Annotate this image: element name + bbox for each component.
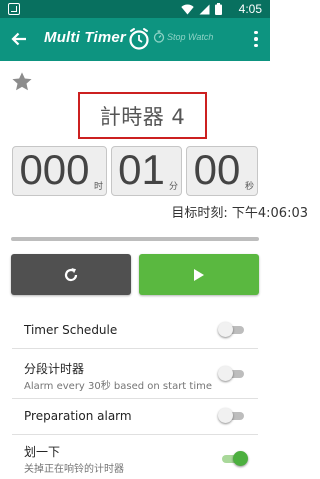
arrow-left-icon — [11, 32, 26, 46]
refresh-icon — [64, 267, 78, 281]
signal-icon — [199, 4, 210, 14]
swipe-dismiss-label: 划一下 — [24, 445, 61, 459]
stopwatch-icon — [153, 30, 165, 43]
target-time: 目标时刻: 下午4:06:03 — [171, 206, 308, 221]
back-button[interactable] — [6, 26, 32, 52]
play-icon — [194, 268, 204, 281]
stopwatch-tab[interactable]: Stop Watch — [153, 30, 213, 43]
minutes-box[interactable]: 01 分 — [111, 146, 182, 196]
timer-schedule-row[interactable]: Timer Schedule — [0, 312, 270, 348]
battery-icon — [215, 3, 222, 15]
seconds-unit: 秒 — [244, 182, 254, 192]
preparation-alarm-label: Preparation alarm — [24, 409, 132, 423]
hours-unit: 时 — [93, 182, 103, 192]
swipe-dismiss-row[interactable]: 划一下 关掉正在响铃的计时器 — [0, 435, 270, 479]
swipe-dismiss-toggle[interactable] — [222, 451, 248, 466]
timer-display: 000 时 01 分 00 秒 — [12, 146, 258, 196]
dot-icon — [254, 37, 258, 41]
star-icon[interactable] — [11, 71, 33, 93]
status-bar: 4:05 — [0, 0, 270, 18]
preparation-alarm-row[interactable]: Preparation alarm — [0, 399, 270, 434]
app-title: Multi Timer — [44, 29, 126, 46]
alarm-clock-icon — [129, 28, 149, 50]
status-time: 4:05 — [238, 2, 262, 16]
overflow-menu-button[interactable] — [246, 26, 266, 52]
hours-box[interactable]: 000 时 — [12, 146, 107, 196]
toggle-knob — [218, 408, 233, 423]
dot-icon — [254, 30, 258, 35]
toggle-knob — [233, 451, 248, 466]
minutes-value: 01 — [118, 146, 165, 193]
system-icons — [181, 3, 222, 15]
timer-name-highlight[interactable]: 計時器 4 — [78, 92, 207, 139]
interval-timer-label: 分段计时器 — [24, 362, 85, 376]
timer-schedule-label: Timer Schedule — [24, 323, 118, 337]
seconds-box[interactable]: 00 秒 — [186, 146, 258, 196]
start-button[interactable] — [139, 254, 259, 295]
app-bar: Multi Timer Stop Watch — [0, 18, 270, 61]
dot-icon — [254, 43, 258, 48]
interval-timer-row[interactable]: 分段计时器 Alarm every 30秒 based on start tim… — [0, 349, 270, 398]
minutes-unit: 分 — [168, 182, 178, 192]
swipe-dismiss-subtitle: 关掉正在响铃的计时器 — [24, 464, 124, 475]
timer-schedule-toggle[interactable] — [218, 322, 244, 337]
hours-value: 000 — [19, 146, 90, 193]
stopwatch-label: Stop Watch — [167, 31, 214, 42]
wifi-icon — [181, 4, 194, 14]
interval-timer-subtitle: Alarm every 30秒 based on start time — [24, 381, 212, 392]
timer-name: 計時器 4 — [99, 104, 186, 129]
interval-timer-toggle[interactable] — [218, 366, 244, 381]
toggle-knob — [218, 366, 233, 381]
progress-bar — [11, 237, 259, 241]
seconds-value: 00 — [193, 146, 241, 193]
toggle-knob — [218, 322, 233, 337]
screenshot-icon — [8, 3, 20, 15]
preparation-alarm-toggle[interactable] — [218, 408, 244, 423]
reset-button[interactable] — [11, 254, 131, 295]
